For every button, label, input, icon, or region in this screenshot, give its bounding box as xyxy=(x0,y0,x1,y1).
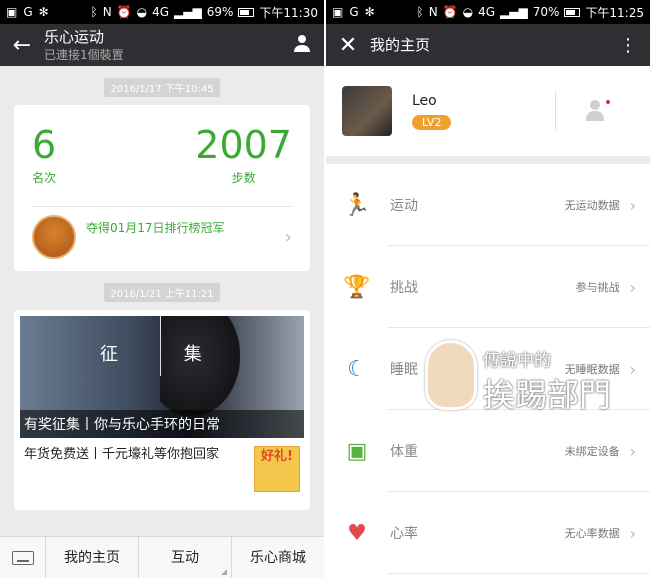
page-toolbar: ✕ 我的主页 ⋮ xyxy=(326,24,650,66)
menu-row-1[interactable]: 🏆 挑战 参与挑战 › xyxy=(326,246,650,328)
left-screen: ▣ G ✻ ᛒ N ⏰ ◒ 4G ▂▄▆ 69% 下午11:30 ← 乐心运动 … xyxy=(0,0,324,578)
feature-menu-list: 🏃 运动 无运动数据 › 🏆 挑战 参与挑战 › ☾ 睡眠 无睡眠数据 › ▣ 体重 未绑定设备 › ♥ 心率 无心… xyxy=(326,164,650,574)
menu-my-homepage[interactable]: 我的主页 xyxy=(46,536,139,578)
news-banner-image[interactable]: 征 集 有奖征集丨你与乐心手环的日常 xyxy=(20,316,304,438)
google-icon: G xyxy=(23,5,33,19)
news-item[interactable]: 年货免费送丨千元壕礼等你抱回家 好礼! xyxy=(20,438,304,492)
menu-row-4[interactable]: ♥ 心率 无心率数据 › xyxy=(326,492,650,574)
steps-value: 2007 xyxy=(195,123,292,167)
alarm-icon: ⏰ xyxy=(116,5,132,19)
bluetooth-icon: ᛒ xyxy=(416,5,424,19)
friends-button[interactable] xyxy=(556,100,634,122)
menu-value: 无心率数据 xyxy=(564,527,620,540)
chat-toolbar: ← 乐心运动 已連接1個裝置 xyxy=(0,24,324,66)
steps-label: 步数 xyxy=(231,171,256,185)
google-icon: G xyxy=(349,5,359,19)
sleep-moon-icon: ☾ xyxy=(347,356,367,382)
profile-name: Leo xyxy=(412,92,437,109)
menu-value: 未绑定设备 xyxy=(564,445,620,458)
battery-icon xyxy=(238,7,255,17)
back-arrow-icon[interactable]: ← xyxy=(0,33,44,58)
notification-dot xyxy=(606,100,610,104)
level-badge: LV2 xyxy=(412,114,452,130)
menu-shop[interactable]: 乐心商城 xyxy=(232,537,324,578)
network-type: 4G xyxy=(152,5,170,19)
avatar[interactable] xyxy=(342,86,392,136)
banner-figure xyxy=(160,316,240,416)
chevron-right-icon: › xyxy=(629,195,636,215)
battery-icon xyxy=(564,7,581,17)
menu-row-0[interactable]: 🏃 运动 无运动数据 › xyxy=(326,164,650,246)
message-timestamp: 2016/1/21 上午11:21 xyxy=(104,283,220,302)
network-type: 4G xyxy=(478,5,496,19)
champion-row[interactable]: 夺得01月17日排行榜冠军 › xyxy=(14,207,310,271)
nfc-icon: N xyxy=(428,5,438,19)
message-timestamp: 2016/1/17 下午10:45 xyxy=(104,78,220,97)
rank-value: 6 xyxy=(32,123,57,167)
page-title: 我的主页 xyxy=(370,36,431,54)
chat-title: 乐心运动 xyxy=(44,27,105,46)
signal-icon: ▂▄▆ xyxy=(500,5,528,19)
menu-label: 体重 xyxy=(390,444,418,460)
chevron-right-icon: › xyxy=(629,441,636,461)
person-profile-icon[interactable] xyxy=(280,34,324,57)
brightness-icon: ✻ xyxy=(38,5,49,19)
menu-interaction[interactable]: 互动 xyxy=(139,536,232,578)
menu-label: 挑战 xyxy=(390,280,418,296)
user-icon xyxy=(585,100,605,122)
clock-time: 下午11:25 xyxy=(585,5,644,20)
trophy-icon: 🏆 xyxy=(343,274,371,300)
chevron-right-icon: › xyxy=(629,359,636,379)
status-bar: ▣ G ✻ ᛒ N ⏰ ◒ 4G ▂▄▆ 70% 下午11:25 xyxy=(326,0,650,24)
bottom-menu-bar: 我的主页 互动 乐心商城 xyxy=(0,536,324,578)
menu-label: 心率 xyxy=(390,526,418,542)
menu-interaction-label: 互动 xyxy=(171,549,199,566)
menu-value: 参与挑战 xyxy=(575,281,620,294)
menu-row-3[interactable]: ▣ 体重 未绑定设备 › xyxy=(326,410,650,492)
gift-thumbnail: 好礼! xyxy=(254,446,300,492)
alarm-icon: ⏰ xyxy=(442,5,458,19)
menu-value: 无运动数据 xyxy=(564,199,620,212)
news-card[interactable]: 征 集 有奖征集丨你与乐心手环的日常 年货免费送丨千元壕礼等你抱回家 好礼! xyxy=(14,310,310,510)
nfc-icon: N xyxy=(102,5,112,19)
heart-rate-icon: ♥ xyxy=(347,520,367,546)
signal-icon: ▂▄▆ xyxy=(174,5,202,19)
close-icon[interactable]: ✕ xyxy=(326,33,370,58)
battery-percent: 70% xyxy=(532,5,560,19)
champion-avatar xyxy=(32,215,76,259)
submenu-corner-icon xyxy=(221,568,227,575)
image-notification-icon: ▣ xyxy=(6,5,18,19)
banner-caption: 有奖征集丨你与乐心手环的日常 xyxy=(20,410,304,438)
menu-label: 睡眠 xyxy=(390,362,418,378)
champion-text: 夺得01月17日排行榜冠军 xyxy=(86,221,225,235)
wifi-icon: ◒ xyxy=(136,5,148,19)
keyboard-icon xyxy=(11,550,34,565)
more-options-icon[interactable]: ⋮ xyxy=(606,35,650,56)
news-title: 年货免费送丨千元壕礼等你抱回家 xyxy=(24,447,220,462)
clock-time: 下午11:30 xyxy=(259,5,318,20)
keyboard-toggle-button[interactable] xyxy=(0,536,46,578)
battery-percent: 69% xyxy=(206,5,234,19)
scale-icon: ▣ xyxy=(346,438,368,464)
image-notification-icon: ▣ xyxy=(332,5,344,19)
menu-row-2[interactable]: ☾ 睡眠 无睡眠数据 › xyxy=(326,328,650,410)
running-icon: 🏃 xyxy=(343,192,371,218)
connection-status: 已連接1個裝置 xyxy=(44,47,124,62)
chevron-right-icon: › xyxy=(629,523,636,543)
menu-value: 无睡眠数据 xyxy=(564,363,620,376)
wifi-icon: ◒ xyxy=(462,5,474,19)
right-screen: ▣ G ✻ ᛒ N ⏰ ◒ 4G ▂▄▆ 70% 下午11:25 ✕ 我的主页 … xyxy=(326,0,650,578)
steps-stat: 2007 步数 xyxy=(195,125,292,186)
rank-label: 名次 xyxy=(32,171,57,185)
rank-stat: 6 名次 xyxy=(32,125,56,186)
status-bar: ▣ G ✻ ᛒ N ⏰ ◒ 4G ▂▄▆ 69% 下午11:30 xyxy=(0,0,324,24)
chevron-right-icon: › xyxy=(629,277,636,297)
menu-label: 运动 xyxy=(390,198,418,214)
brightness-icon: ✻ xyxy=(364,5,375,19)
chevron-right-icon: › xyxy=(284,226,292,248)
banner-headline: 征 集 xyxy=(100,344,232,365)
ranking-card[interactable]: 6 名次 2007 步数 夺得01月17日排行榜冠军 › xyxy=(14,105,310,271)
bluetooth-icon: ᛒ xyxy=(90,5,98,19)
profile-header[interactable]: Leo LV2 xyxy=(326,66,650,164)
